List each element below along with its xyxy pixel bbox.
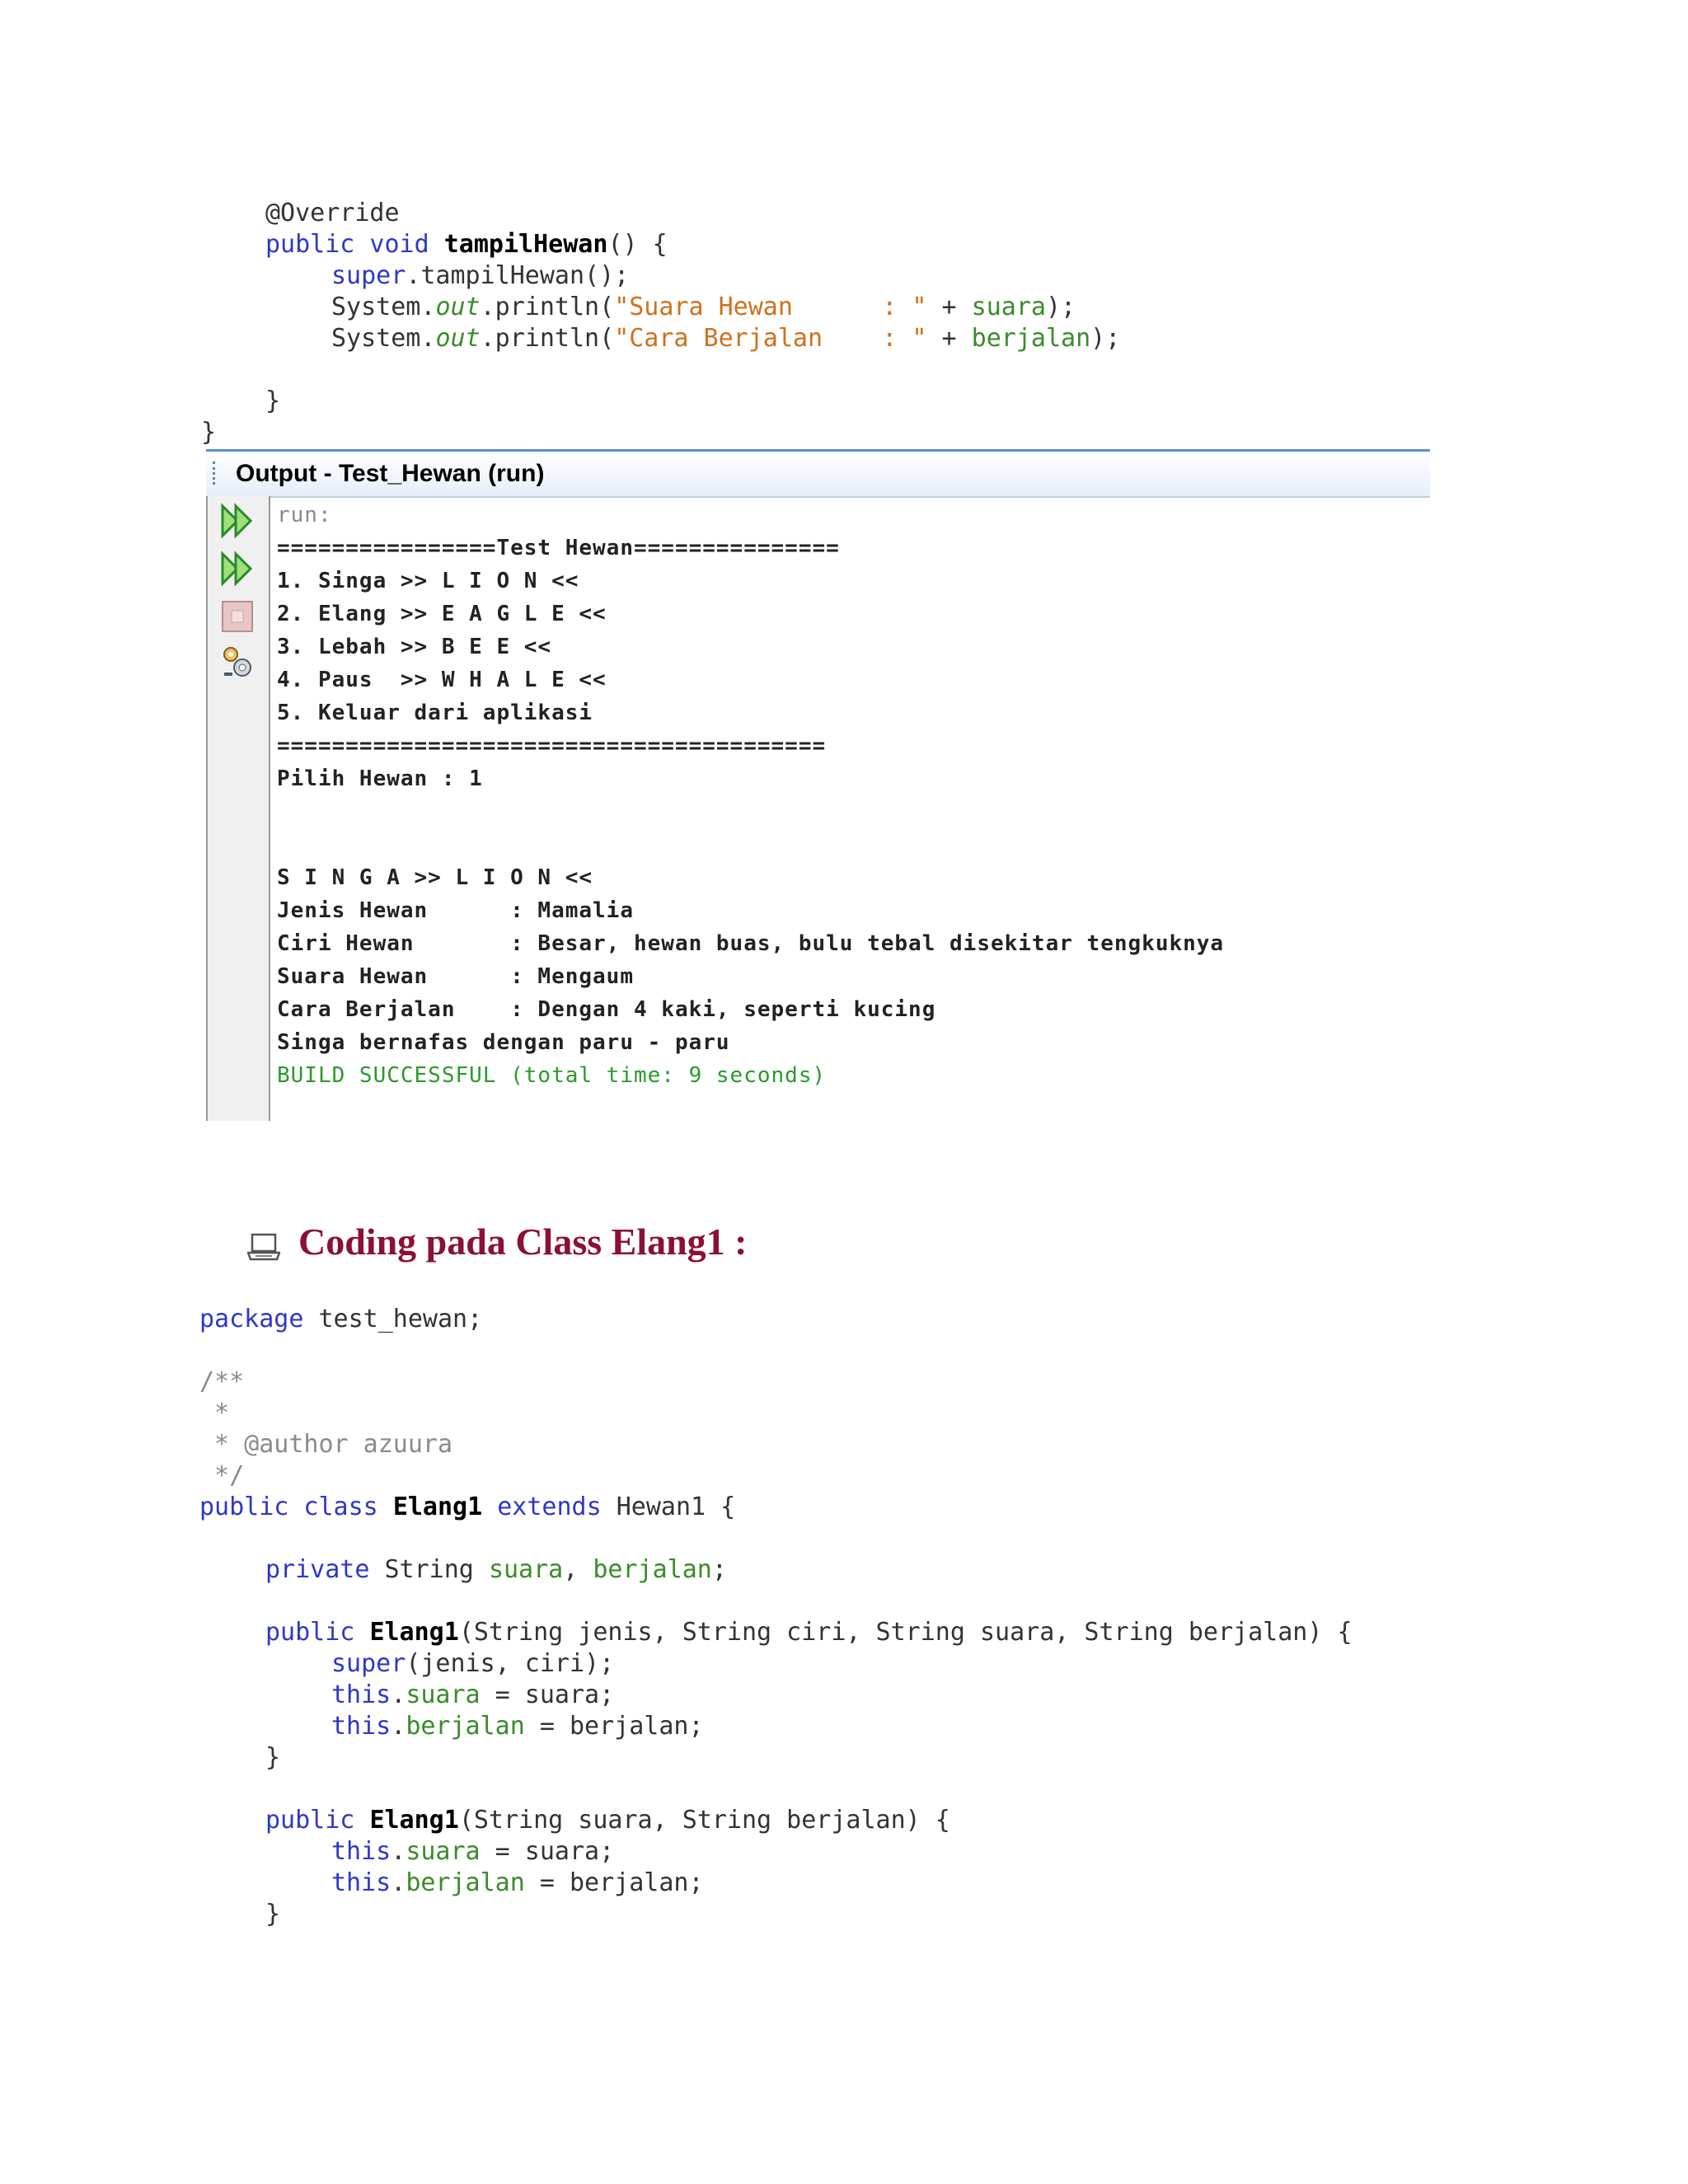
- stop-icon[interactable]: [219, 598, 256, 635]
- console-line: ========================================: [277, 733, 827, 758]
- console-line: Suara Hewan : Mengaum: [277, 964, 634, 989]
- code-block-top: @Override public void tampilHewan() { su…: [0, 198, 1120, 447]
- rerun-icon[interactable]: [219, 503, 256, 539]
- code-line: System.out.println("Cara Berjalan : " + …: [331, 324, 1121, 353]
- section-heading: Coding pada Class Elang1 :: [298, 1221, 748, 1263]
- rerun-with-options-icon[interactable]: [219, 551, 256, 587]
- output-window: Output - Test_Hewan (run) run: =========…: [206, 449, 1430, 1121]
- console-line: Cara Berjalan : Dengan 4 kaki, seperti k…: [277, 997, 936, 1022]
- code-line: super(jenis, ciri);: [331, 1649, 615, 1678]
- console-line: 3. Lebah >> B E E <<: [277, 635, 552, 659]
- code-line: }: [201, 418, 217, 447]
- code-block-bottom: package test_hewan; /** * * @author azuu…: [0, 1304, 1353, 1929]
- code-line: public void tampilHewan() {: [265, 230, 668, 259]
- output-title: Output - Test_Hewan (run): [236, 460, 545, 487]
- code-line: @Override: [265, 199, 400, 227]
- console-line: Jenis Hewan : Mamalia: [277, 898, 634, 923]
- console-line: S I N G A >> L I O N <<: [277, 865, 593, 890]
- code-comment: * @author azuura: [199, 1430, 453, 1459]
- code-line: public Elang1(String suara, String berja…: [265, 1806, 950, 1835]
- code-line: super.tampilHewan();: [331, 261, 630, 290]
- code-line: this.berjalan = berjalan;: [331, 1868, 704, 1897]
- output-titlebar[interactable]: Output - Test_Hewan (run): [206, 449, 1430, 498]
- output-toolbar: [206, 496, 270, 1121]
- console-line: Singa bernafas dengan paru - paru: [277, 1030, 730, 1055]
- code-line: public Elang1(String jenis, String ciri,…: [265, 1618, 1353, 1647]
- console-line: 1. Singa >> L I O N <<: [277, 569, 579, 593]
- code-line: }: [265, 1743, 281, 1772]
- drag-grip-icon[interactable]: [213, 462, 218, 485]
- code-line: }: [265, 387, 281, 415]
- code-comment: *: [199, 1399, 230, 1427]
- code-comment: /**: [199, 1367, 245, 1396]
- code-line: this.berjalan = berjalan;: [331, 1712, 704, 1741]
- code-line: }: [265, 1900, 281, 1929]
- code-line: this.suara = suara;: [331, 1680, 615, 1709]
- code-line: private String suara, berjalan;: [265, 1555, 727, 1584]
- console-line: Ciri Hewan : Besar, hewan buas, bulu teb…: [277, 931, 1225, 956]
- code-line: System.out.println("Suara Hewan : " + su…: [331, 293, 1076, 321]
- run-label: run:: [277, 503, 332, 527]
- code-line: public class Elang1 extends Hewan1 {: [199, 1493, 736, 1521]
- settings-icon[interactable]: [219, 644, 256, 681]
- laptop-icon: [247, 1233, 280, 1261]
- console-line: 4. Paus >> W H A L E <<: [277, 668, 607, 692]
- console-line: Pilih Hewan : 1: [277, 766, 483, 791]
- build-status: BUILD SUCCESSFUL (total time: 9 seconds): [277, 1063, 827, 1088]
- code-comment: */: [199, 1461, 245, 1490]
- code-line: this.suara = suara;: [331, 1837, 615, 1866]
- console-line: 2. Elang >> E A G L E <<: [277, 602, 607, 626]
- console-line: ================Test Hewan==============…: [277, 536, 840, 560]
- console-line: 5. Keluar dari aplikasi: [277, 701, 593, 725]
- code-line: package test_hewan;: [199, 1305, 483, 1333]
